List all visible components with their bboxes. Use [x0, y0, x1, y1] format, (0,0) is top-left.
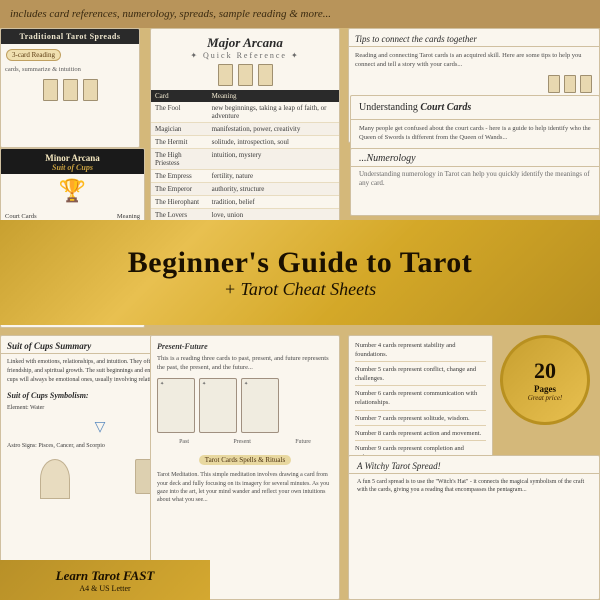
- witch-header: A Witchy Tarot Spread!: [349, 456, 599, 474]
- ma-sub: Suit of Cups: [4, 163, 141, 172]
- tips-deco-3: [580, 75, 592, 93]
- tts-body: 3-card Reading cards, summarize & intuit…: [1, 44, 139, 105]
- major-meaning-0: new beginnings, taking a leap of faith, …: [208, 102, 339, 123]
- major-col-meaning: Meaning: [208, 90, 339, 102]
- tips-header: Tips to connect the cards together: [349, 29, 599, 47]
- pages-label: Pages: [534, 384, 556, 394]
- num-item-4: Number 4 cards represent stability and f…: [355, 341, 486, 362]
- cups-icon: 🏆: [1, 174, 144, 208]
- ppf-future-label: Future: [295, 439, 311, 445]
- tts-tag: 3-card Reading: [6, 49, 61, 61]
- court-header: Understanding Court Cards: [351, 96, 599, 120]
- major-meaning-2: solitude, introspection, soul: [208, 136, 339, 149]
- witch-body: A fun 5 card spread is to use the "Witch…: [349, 474, 599, 499]
- gold-banner: Beginner's Guide to Tarot + Tarot Cheat …: [0, 220, 600, 325]
- pages-number: 20: [534, 358, 556, 384]
- num-sub: Understanding numerology in Tarot can he…: [351, 167, 599, 191]
- ppf-body: Present-Future This is a reading three c…: [151, 336, 339, 511]
- ppf-extra-text: Tarot Meditation. This simple meditation…: [157, 471, 333, 505]
- ma-col1: Court Cards: [5, 213, 37, 220]
- major-col-card: Card: [151, 90, 208, 102]
- major-row-4: The Empressfertility, nature: [151, 170, 339, 183]
- ppf-text: This is a reading three cards to past, p…: [157, 354, 333, 372]
- major-row-6: The Hierophanttradition, belief: [151, 196, 339, 209]
- ppf-present-label: Present: [233, 439, 251, 445]
- ppf-card-labels: Past Present Future: [157, 439, 333, 445]
- sheet-traditional-spreads: Traditional Tarot Spreads 3-card Reading…: [0, 28, 140, 148]
- tips-card-decos: [349, 73, 599, 95]
- num-item-7: Number 7 cards represent solitude, wisdo…: [355, 414, 486, 426]
- tips-deco-1: [548, 75, 560, 93]
- tts-header: Traditional Tarot Spreads: [1, 29, 139, 44]
- fast-title: Learn Tarot FAST: [56, 568, 155, 584]
- num-header: ...Numerology: [351, 149, 599, 167]
- ppf-card-past: ✦: [157, 378, 195, 433]
- tarot-card-deco-3: [83, 79, 98, 101]
- top-banner-text: includes card references, numerology, sp…: [10, 8, 331, 20]
- ppf-card-present: ✦: [199, 378, 237, 433]
- major-row-2: The Hermit solitude, introspection, soul: [151, 136, 339, 149]
- major-deco-card-3: [258, 64, 273, 86]
- major-card-2: The Hermit: [151, 136, 208, 149]
- num-item-6: Number 6 cards represent communication w…: [355, 389, 486, 410]
- ppf-past-label: Past: [179, 439, 189, 445]
- ma-col2: Meaning: [117, 213, 140, 220]
- sheet-numerology-header: ...Numerology Understanding numerology i…: [350, 148, 600, 216]
- top-banner: includes card references, numerology, sp…: [0, 0, 600, 28]
- tts-body-text: cards, summarize & intuition: [5, 66, 135, 73]
- major-row-5: The Emperorauthority, structure: [151, 183, 339, 196]
- pages-sub: Great price!: [528, 394, 563, 402]
- ppf-cards: ✦ ✦ ✦: [157, 378, 333, 433]
- sheet-witch-spread: A Witchy Tarot Spread! A fun 5 card spre…: [348, 455, 600, 600]
- major-row-1: Magician manifestation, power, creativit…: [151, 123, 339, 136]
- major-title: Major Arcana: [151, 29, 339, 51]
- court-cards-label: Court Cards: [420, 102, 471, 113]
- major-sub: ✦ Quick Reference ✦: [151, 51, 339, 64]
- court-body: Many people get confused about the court…: [351, 120, 599, 146]
- num-item-8: Number 8 cards represent action and move…: [355, 429, 486, 441]
- pages-circle: 20 Pages Great price!: [500, 335, 590, 425]
- major-meaning-1: manifestation, power, creativity: [208, 123, 339, 136]
- ppf-card-future: ✦: [241, 378, 279, 433]
- tips-body: Reading and connecting Tarot cards is an…: [349, 47, 599, 73]
- pages-badge-area: 20 Pages Great price!: [500, 335, 600, 435]
- tips-deco-2: [564, 75, 576, 93]
- spells-area: Tarot Cards Spells & Rituals: [157, 453, 333, 467]
- cups-deco-1: [40, 459, 70, 499]
- tarot-card-deco-2: [63, 79, 78, 101]
- fast-badge: Learn Tarot FAST A4 & US Letter: [0, 560, 210, 600]
- major-card-decos: [151, 64, 339, 86]
- major-row-0: The Fool new beginnings, taking a leap o…: [151, 102, 339, 123]
- major-row-3: The High Priestessintuition, mystery: [151, 149, 339, 170]
- gold-banner-title: Beginner's Guide to Tarot: [128, 246, 473, 279]
- tarot-card-deco-1: [43, 79, 58, 101]
- num-item-5: Number 5 cards represent conflict, chang…: [355, 365, 486, 386]
- spells-tag: Tarot Cards Spells & Rituals: [199, 455, 291, 465]
- major-deco-card-1: [218, 64, 233, 86]
- ma-title: Minor Arcana: [4, 153, 141, 163]
- main-container: includes card references, numerology, sp…: [0, 0, 600, 600]
- gold-banner-sub: + Tarot Cheat Sheets: [224, 279, 376, 300]
- major-deco-card-2: [238, 64, 253, 86]
- fast-sub: A4 & US Letter: [79, 584, 130, 593]
- ma-header: Minor Arcana Suit of Cups: [1, 149, 144, 174]
- ppf-label: Present-Future: [157, 342, 333, 351]
- major-card-0: The Fool: [151, 102, 208, 123]
- major-card-1: Magician: [151, 123, 208, 136]
